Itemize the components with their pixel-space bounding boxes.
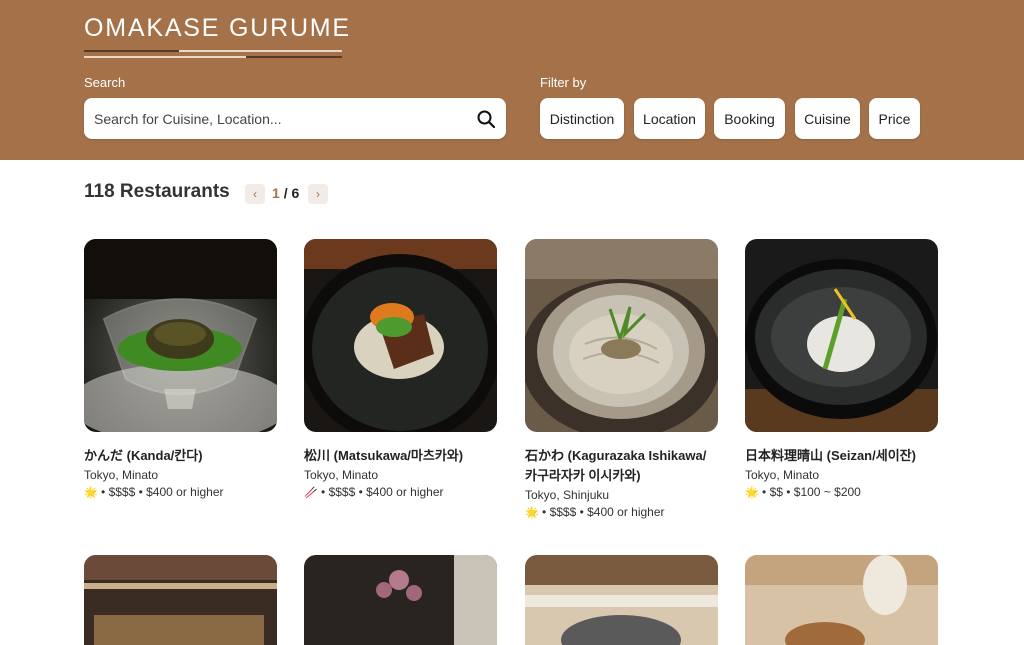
restaurant-card[interactable]: 松川 (Matsukawa/마츠카와) Tokyo, Minato 🥢 • $$… (304, 239, 497, 502)
restaurant-location: Tokyo, Shinjuku (525, 488, 610, 502)
restaurant-meta: 🌟 • $$$$ • $400 or higher (525, 505, 665, 519)
site-header: OMAKASE GURUME Search Filter by Distinct… (0, 0, 1024, 160)
site-logo[interactable]: OMAKASE GURUME (84, 14, 351, 43)
restaurant-name[interactable]: かんだ (Kanda/칸다) (84, 446, 277, 466)
star-icon: 🌟 (525, 507, 539, 519)
next-page-button[interactable]: › (308, 184, 328, 204)
restaurant-card[interactable]: かんだ (Kanda/칸다) Tokyo, Minato 🌟 • $$$$ • … (84, 239, 277, 502)
filter-label: Filter by (540, 75, 587, 90)
restaurant-meta: 🥢 • $$$$ • $400 or higher (304, 485, 444, 499)
search-input[interactable] (94, 106, 464, 132)
filter-distinction-button[interactable]: Distinction (540, 98, 624, 139)
restaurant-photo[interactable] (745, 555, 938, 645)
restaurant-card[interactable]: 日本料理晴山 (Seizan/세이잔) Tokyo, Minato 🌟 • $$… (745, 239, 938, 502)
restaurant-location: Tokyo, Minato (745, 468, 820, 482)
restaurant-photo[interactable] (84, 555, 277, 645)
filter-booking-button[interactable]: Booking (714, 98, 785, 139)
restaurant-photo[interactable] (304, 555, 497, 645)
filter-location-button[interactable]: Location (634, 98, 705, 139)
restaurant-name[interactable]: 石かわ (Kagurazaka Ishikawa/카구라자카 이시카와) (525, 446, 718, 486)
filter-cuisine-button[interactable]: Cuisine (795, 98, 860, 139)
search-box[interactable] (84, 98, 506, 139)
logo-decoration (84, 50, 342, 60)
restaurant-name[interactable]: 松川 (Matsukawa/마츠카와) (304, 446, 497, 466)
chopsticks-icon: 🥢 (304, 487, 318, 499)
restaurant-card[interactable]: 石かわ (Kagurazaka Ishikawa/카구라자카 이시카와) Tok… (525, 239, 718, 522)
restaurant-meta: 🌟 • $$ • $100 ~ $200 (745, 485, 861, 499)
star-icon: 🌟 (84, 487, 98, 499)
restaurant-photo[interactable] (304, 239, 497, 432)
restaurant-meta: 🌟 • $$$$ • $400 or higher (84, 485, 224, 499)
search-label: Search (84, 75, 126, 90)
results-count: 118 Restaurants (84, 181, 230, 202)
page-indicator: 1 / 6 (272, 185, 299, 201)
filter-price-button[interactable]: Price (869, 98, 920, 139)
restaurant-name[interactable]: 日本料理晴山 (Seizan/세이잔) (745, 446, 938, 466)
restaurant-photo[interactable] (745, 239, 938, 432)
star-icon: 🌟 (745, 487, 759, 499)
current-page: 1 (272, 185, 280, 201)
restaurant-photo[interactable] (525, 239, 718, 432)
search-icon[interactable] (476, 109, 496, 129)
restaurant-location: Tokyo, Minato (84, 468, 159, 482)
restaurant-photo[interactable] (84, 239, 277, 432)
total-pages: / 6 (283, 185, 300, 201)
prev-page-button[interactable]: ‹ (245, 184, 265, 204)
restaurant-location: Tokyo, Minato (304, 468, 379, 482)
restaurant-photo[interactable] (525, 555, 718, 645)
